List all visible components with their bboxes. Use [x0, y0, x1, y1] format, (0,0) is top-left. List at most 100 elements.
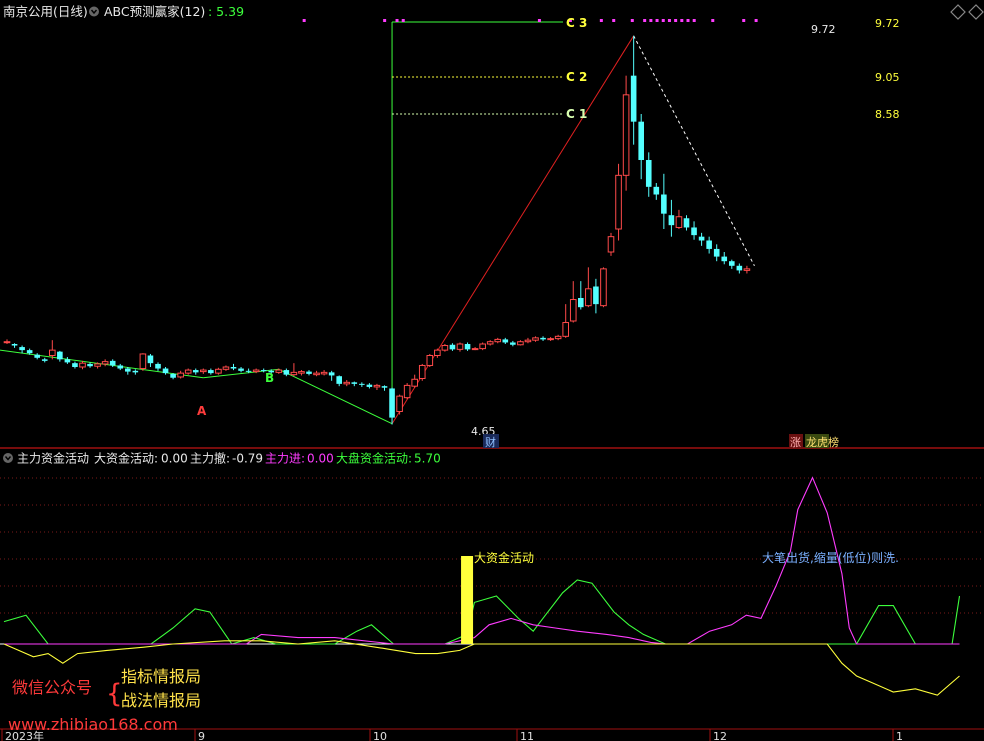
point-b-label: B: [265, 371, 274, 385]
stock-title[interactable]: 南京公用(日线): [3, 4, 88, 19]
candle-body-up: [252, 369, 260, 373]
candle-body-up: [275, 369, 283, 373]
candle-body-down: [736, 265, 743, 271]
candle-body-up: [622, 94, 630, 176]
signal-dot: [655, 19, 659, 22]
candle-body-up: [607, 236, 615, 253]
sub-panel-header: 主力资金活动 大资金活动: 0.00 主力撤: -0.79 主力进: 0.00 …: [3, 451, 441, 466]
candle-body-up: [569, 299, 577, 322]
signal-dot: [667, 19, 671, 22]
x-tick-label: 11: [520, 730, 534, 741]
candle-body-down: [208, 370, 214, 374]
candle-body-up: [547, 338, 554, 341]
badge-cai[interactable]: 财: [483, 434, 499, 449]
signal-dot: [754, 19, 758, 22]
candle-body-up: [471, 348, 479, 351]
signal-dot: [599, 19, 603, 22]
candle-body-up: [200, 369, 207, 373]
big-fund-annotation: 大资金活动: [474, 550, 534, 565]
candle-body-down: [109, 360, 116, 366]
market-fund-label: 大盘资金活动:: [336, 451, 412, 466]
candle-body-up: [675, 216, 683, 228]
candle-body-down: [125, 368, 131, 372]
candle-body-up: [49, 349, 56, 356]
candle-body-down: [645, 160, 652, 187]
candle-body-down: [117, 365, 124, 369]
candle-body-down: [72, 363, 78, 367]
x-tick-label: 1: [896, 730, 903, 741]
indicator-value: : 5.39: [208, 4, 244, 19]
candle-body-down: [691, 227, 697, 236]
candle-body-down: [34, 354, 40, 358]
signal-dot: [643, 19, 647, 22]
svg-text:龙虎榜: 龙虎榜: [806, 435, 839, 449]
badge-longhu[interactable]: 龙虎榜: [805, 434, 839, 449]
candle-body-up: [343, 381, 351, 385]
candle-body-down: [683, 218, 690, 228]
candle-body-down: [230, 367, 237, 369]
candle-body-up: [94, 363, 101, 367]
candle-body-down: [449, 344, 456, 350]
peak-price-label: 9.72: [811, 23, 836, 36]
candle-body-down: [502, 339, 509, 343]
candle-body-down: [328, 372, 335, 376]
candle-body-down: [661, 194, 667, 214]
candle-body-down: [540, 337, 546, 340]
candle-body-up: [290, 371, 298, 376]
candle-body-up: [403, 384, 411, 399]
level-label-c1: C 1: [566, 107, 587, 121]
indicator-toggle-icon[interactable]: [89, 6, 99, 17]
point-a-label: A: [197, 404, 207, 418]
candle-body-down: [630, 75, 637, 122]
sub-panel-title: 主力资金活动: [17, 451, 89, 466]
candle-body-down: [653, 186, 660, 195]
candle-body-up: [139, 353, 147, 370]
level-value-c2: 9.05: [875, 71, 900, 84]
candle-body-up: [222, 366, 230, 370]
big-fund-value: 0.00: [161, 452, 188, 466]
candle-body-down: [389, 388, 395, 418]
signal-dot: [395, 19, 399, 22]
candle-body-up: [101, 361, 109, 365]
badge-zhang[interactable]: 涨: [789, 434, 803, 449]
candle-body-down: [336, 376, 342, 384]
candle-body-down: [698, 236, 705, 241]
candle-body-down: [381, 386, 388, 388]
candle-body-up: [486, 341, 494, 345]
candle-body-up: [532, 337, 539, 341]
candle-body-up: [3, 341, 11, 344]
main-enter-label: 主力进:: [265, 452, 305, 466]
watermark-brand1: 指标情报局: [121, 667, 201, 686]
big-fund-bar: [461, 556, 474, 644]
level-value-c3: 9.72: [875, 17, 900, 30]
candle-body-up: [177, 372, 184, 378]
candle-body-up: [396, 395, 403, 412]
candle-body-up: [562, 322, 570, 337]
candle-body-up: [554, 335, 562, 340]
candle-body-down: [192, 370, 199, 373]
candle-body-down: [351, 382, 358, 384]
candle-body-up: [517, 341, 524, 346]
candle-body-down: [713, 248, 720, 257]
watermark-url: www.zhibiao168.com: [8, 715, 178, 734]
signal-dot: [537, 19, 541, 22]
candle-body-down: [162, 368, 169, 374]
level-value-c1: 8.58: [875, 108, 900, 121]
candle-body-up: [615, 174, 622, 230]
signal-dot: [383, 19, 387, 22]
svg-text:财: 财: [485, 435, 496, 449]
candle-body-down: [593, 286, 599, 305]
candle-body-up: [479, 343, 486, 350]
sub-panel-toggle-icon[interactable]: [3, 453, 13, 463]
signal-dot: [649, 19, 653, 22]
candle-body-up: [320, 371, 328, 375]
candle-body-down: [57, 351, 63, 360]
candle-body-up: [184, 369, 192, 374]
candle-body-up: [494, 338, 502, 343]
watermark-wechat: 微信公众号: [12, 678, 92, 697]
x-tick-label: 10: [373, 730, 387, 741]
candle-body-up: [79, 362, 86, 368]
candle-body-down: [464, 344, 471, 350]
signal-dot: [674, 19, 678, 22]
candle-body-up: [418, 364, 426, 380]
